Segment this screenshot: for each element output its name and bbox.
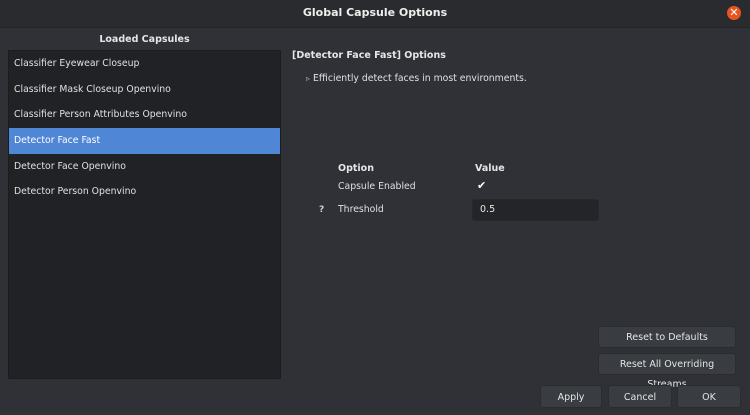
threshold-label: Threshold [338,204,384,215]
list-item-selected[interactable]: Detector Face Fast [9,128,280,154]
description-text: Efficiently detect faces in most environ… [313,73,527,84]
reset-overriding-streams-button[interactable]: Reset All Overriding Streams [598,353,736,390]
list-item[interactable]: Classifier Eyewear Closeup [9,51,280,77]
apply-button[interactable]: Apply [540,385,602,408]
title-bar: Global Capsule Options ✕ [0,0,750,28]
capsule-list[interactable]: Classifier Eyewear Closeup Classifier Ma… [8,50,281,379]
description-icon: ▹ [306,74,311,83]
threshold-input[interactable]: 0.5 [472,199,599,221]
reset-to-defaults-button[interactable]: Reset to Defaults [598,326,736,348]
capsule-enabled-checkbox[interactable]: ✔ [477,179,486,192]
value-column-header: Value [475,163,505,174]
cancel-button[interactable]: Cancel [608,385,672,408]
loaded-capsules-heading: Loaded Capsules [99,34,190,45]
capsule-description: ▹ Efficiently detect faces in most enviro… [306,73,527,84]
close-icon[interactable]: ✕ [727,6,741,20]
list-item[interactable]: Detector Face Openvino [9,154,280,180]
threshold-help-icon[interactable]: ? [319,205,324,215]
list-item[interactable]: Classifier Mask Closeup Openvino [9,77,280,103]
window-title: Global Capsule Options [302,6,448,19]
ok-button[interactable]: OK [677,385,741,408]
capsule-enabled-label: Capsule Enabled [338,181,416,192]
options-header: [Detector Face Fast] Options [292,50,446,61]
list-item[interactable]: Detector Person Openvino [9,179,280,205]
list-item[interactable]: Classifier Person Attributes Openvino [9,102,280,128]
option-column-header: Option [338,163,374,174]
